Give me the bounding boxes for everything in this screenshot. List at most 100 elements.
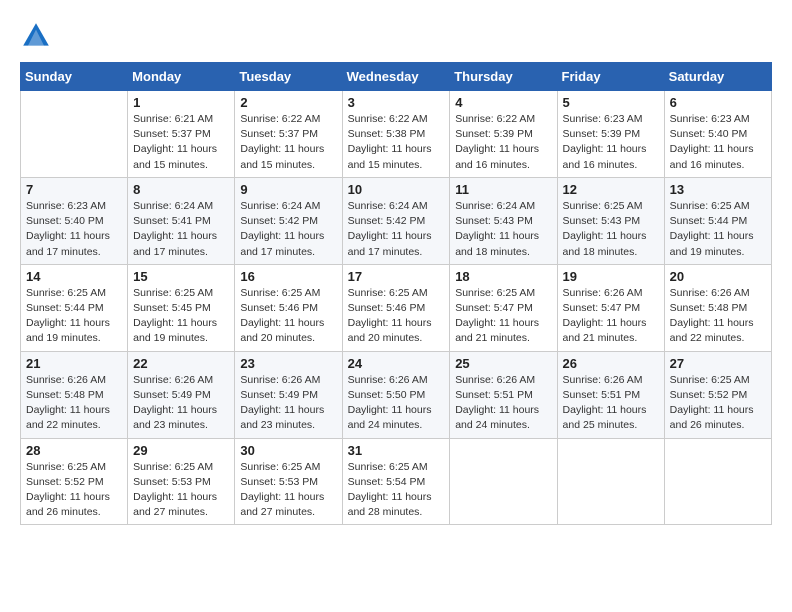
- day-info: Sunrise: 6:23 AM Sunset: 5:39 PM Dayligh…: [563, 112, 659, 173]
- day-number: 17: [348, 269, 445, 284]
- calendar-cell: 24 Sunrise: 6:26 AM Sunset: 5:50 PM Dayli…: [342, 351, 450, 438]
- weekday-header-monday: Monday: [128, 63, 235, 91]
- day-number: 24: [348, 356, 445, 371]
- calendar-cell: 3 Sunrise: 6:22 AM Sunset: 5:38 PM Daylig…: [342, 91, 450, 178]
- day-number: 13: [670, 182, 766, 197]
- day-number: 6: [670, 95, 766, 110]
- day-info: Sunrise: 6:25 AM Sunset: 5:53 PM Dayligh…: [133, 460, 229, 521]
- day-number: 28: [26, 443, 122, 458]
- day-number: 14: [26, 269, 122, 284]
- day-number: 1: [133, 95, 229, 110]
- weekday-header-tuesday: Tuesday: [235, 63, 342, 91]
- calendar-cell: 25 Sunrise: 6:26 AM Sunset: 5:51 PM Dayli…: [450, 351, 557, 438]
- day-number: 16: [240, 269, 336, 284]
- calendar-cell: [664, 438, 771, 525]
- day-number: 20: [670, 269, 766, 284]
- day-info: Sunrise: 6:26 AM Sunset: 5:51 PM Dayligh…: [563, 373, 659, 434]
- day-info: Sunrise: 6:21 AM Sunset: 5:37 PM Dayligh…: [133, 112, 229, 173]
- calendar-cell: 4 Sunrise: 6:22 AM Sunset: 5:39 PM Daylig…: [450, 91, 557, 178]
- day-info: Sunrise: 6:25 AM Sunset: 5:52 PM Dayligh…: [670, 373, 766, 434]
- day-number: 3: [348, 95, 445, 110]
- day-info: Sunrise: 6:22 AM Sunset: 5:39 PM Dayligh…: [455, 112, 551, 173]
- day-info: Sunrise: 6:26 AM Sunset: 5:50 PM Dayligh…: [348, 373, 445, 434]
- day-number: 21: [26, 356, 122, 371]
- day-info: Sunrise: 6:25 AM Sunset: 5:45 PM Dayligh…: [133, 286, 229, 347]
- calendar-cell: 14 Sunrise: 6:25 AM Sunset: 5:44 PM Dayli…: [21, 264, 128, 351]
- day-number: 11: [455, 182, 551, 197]
- day-number: 5: [563, 95, 659, 110]
- weekday-header-saturday: Saturday: [664, 63, 771, 91]
- calendar-cell: 16 Sunrise: 6:25 AM Sunset: 5:46 PM Dayli…: [235, 264, 342, 351]
- calendar-cell: 2Sunrise: 6:22 AM Sunset: 5:37 PM Daylig…: [235, 91, 342, 178]
- calendar-cell: 1 Sunrise: 6:21 AM Sunset: 5:37 PM Daylig…: [128, 91, 235, 178]
- calendar-cell: 12Sunrise: 6:25 AM Sunset: 5:43 PM Dayli…: [557, 177, 664, 264]
- day-number: 30: [240, 443, 336, 458]
- day-info: Sunrise: 6:26 AM Sunset: 5:51 PM Dayligh…: [455, 373, 551, 434]
- day-info: Sunrise: 6:24 AM Sunset: 5:42 PM Dayligh…: [348, 199, 445, 260]
- week-row-4: 21 Sunrise: 6:26 AM Sunset: 5:48 PM Dayli…: [21, 351, 772, 438]
- day-number: 18: [455, 269, 551, 284]
- calendar-table: SundayMondayTuesdayWednesdayThursdayFrid…: [20, 62, 772, 525]
- day-info: Sunrise: 6:25 AM Sunset: 5:44 PM Dayligh…: [26, 286, 122, 347]
- day-info: Sunrise: 6:26 AM Sunset: 5:47 PM Dayligh…: [563, 286, 659, 347]
- day-info: Sunrise: 6:26 AM Sunset: 5:49 PM Dayligh…: [240, 373, 336, 434]
- logo-icon: [20, 20, 52, 52]
- logo: [20, 20, 56, 52]
- day-number: 19: [563, 269, 659, 284]
- calendar-cell: 10Sunrise: 6:24 AM Sunset: 5:42 PM Dayli…: [342, 177, 450, 264]
- day-info: Sunrise: 6:25 AM Sunset: 5:54 PM Dayligh…: [348, 460, 445, 521]
- day-info: Sunrise: 6:25 AM Sunset: 5:52 PM Dayligh…: [26, 460, 122, 521]
- day-number: 7: [26, 182, 122, 197]
- day-number: 26: [563, 356, 659, 371]
- calendar-cell: 8 Sunrise: 6:24 AM Sunset: 5:41 PM Daylig…: [128, 177, 235, 264]
- day-info: Sunrise: 6:26 AM Sunset: 5:48 PM Dayligh…: [670, 286, 766, 347]
- day-number: 9: [240, 182, 336, 197]
- calendar-cell: 15 Sunrise: 6:25 AM Sunset: 5:45 PM Dayli…: [128, 264, 235, 351]
- day-info: Sunrise: 6:25 AM Sunset: 5:46 PM Dayligh…: [240, 286, 336, 347]
- weekday-header-thursday: Thursday: [450, 63, 557, 91]
- day-info: Sunrise: 6:24 AM Sunset: 5:43 PM Dayligh…: [455, 199, 551, 260]
- day-info: Sunrise: 6:26 AM Sunset: 5:48 PM Dayligh…: [26, 373, 122, 434]
- day-info: Sunrise: 6:26 AM Sunset: 5:49 PM Dayligh…: [133, 373, 229, 434]
- calendar-cell: 13 Sunrise: 6:25 AM Sunset: 5:44 PM Dayli…: [664, 177, 771, 264]
- calendar-cell: 11 Sunrise: 6:24 AM Sunset: 5:43 PM Dayli…: [450, 177, 557, 264]
- day-number: 8: [133, 182, 229, 197]
- calendar-cell: 29 Sunrise: 6:25 AM Sunset: 5:53 PM Dayli…: [128, 438, 235, 525]
- calendar-cell: [450, 438, 557, 525]
- week-row-3: 14 Sunrise: 6:25 AM Sunset: 5:44 PM Dayli…: [21, 264, 772, 351]
- calendar-cell: 22 Sunrise: 6:26 AM Sunset: 5:49 PM Dayli…: [128, 351, 235, 438]
- calendar-cell: 17 Sunrise: 6:25 AM Sunset: 5:46 PM Dayli…: [342, 264, 450, 351]
- calendar-cell: 31 Sunrise: 6:25 AM Sunset: 5:54 PM Dayli…: [342, 438, 450, 525]
- day-info: Sunrise: 6:25 AM Sunset: 5:47 PM Dayligh…: [455, 286, 551, 347]
- calendar-cell: 26 Sunrise: 6:26 AM Sunset: 5:51 PM Dayli…: [557, 351, 664, 438]
- week-row-5: 28 Sunrise: 6:25 AM Sunset: 5:52 PM Dayli…: [21, 438, 772, 525]
- calendar-cell: 9 Sunrise: 6:24 AM Sunset: 5:42 PM Daylig…: [235, 177, 342, 264]
- day-info: Sunrise: 6:23 AM Sunset: 5:40 PM Dayligh…: [26, 199, 122, 260]
- day-info: Sunrise: 6:25 AM Sunset: 5:44 PM Dayligh…: [670, 199, 766, 260]
- calendar-cell: 7 Sunrise: 6:23 AM Sunset: 5:40 PM Daylig…: [21, 177, 128, 264]
- day-info: Sunrise: 6:23 AM Sunset: 5:40 PM Dayligh…: [670, 112, 766, 173]
- calendar-cell: 19 Sunrise: 6:26 AM Sunset: 5:47 PM Dayli…: [557, 264, 664, 351]
- day-number: 22: [133, 356, 229, 371]
- calendar-cell: 5 Sunrise: 6:23 AM Sunset: 5:39 PM Daylig…: [557, 91, 664, 178]
- weekday-header-friday: Friday: [557, 63, 664, 91]
- day-info: Sunrise: 6:22 AM Sunset: 5:37 PM Dayligh…: [240, 112, 336, 173]
- day-info: Sunrise: 6:22 AM Sunset: 5:38 PM Dayligh…: [348, 112, 445, 173]
- calendar-cell: [557, 438, 664, 525]
- day-number: 29: [133, 443, 229, 458]
- day-info: Sunrise: 6:24 AM Sunset: 5:41 PM Dayligh…: [133, 199, 229, 260]
- day-info: Sunrise: 6:24 AM Sunset: 5:42 PM Dayligh…: [240, 199, 336, 260]
- week-row-1: 1 Sunrise: 6:21 AM Sunset: 5:37 PM Daylig…: [21, 91, 772, 178]
- day-number: 25: [455, 356, 551, 371]
- day-number: 15: [133, 269, 229, 284]
- day-number: 4: [455, 95, 551, 110]
- day-number: 31: [348, 443, 445, 458]
- calendar-cell: 21 Sunrise: 6:26 AM Sunset: 5:48 PM Dayli…: [21, 351, 128, 438]
- weekday-header-row: SundayMondayTuesdayWednesdayThursdayFrid…: [21, 63, 772, 91]
- weekday-header-wednesday: Wednesday: [342, 63, 450, 91]
- weekday-header-sunday: Sunday: [21, 63, 128, 91]
- day-info: Sunrise: 6:25 AM Sunset: 5:46 PM Dayligh…: [348, 286, 445, 347]
- day-info: Sunrise: 6:25 AM Sunset: 5:53 PM Dayligh…: [240, 460, 336, 521]
- page-header: [20, 20, 772, 52]
- calendar-cell: 23Sunrise: 6:26 AM Sunset: 5:49 PM Dayli…: [235, 351, 342, 438]
